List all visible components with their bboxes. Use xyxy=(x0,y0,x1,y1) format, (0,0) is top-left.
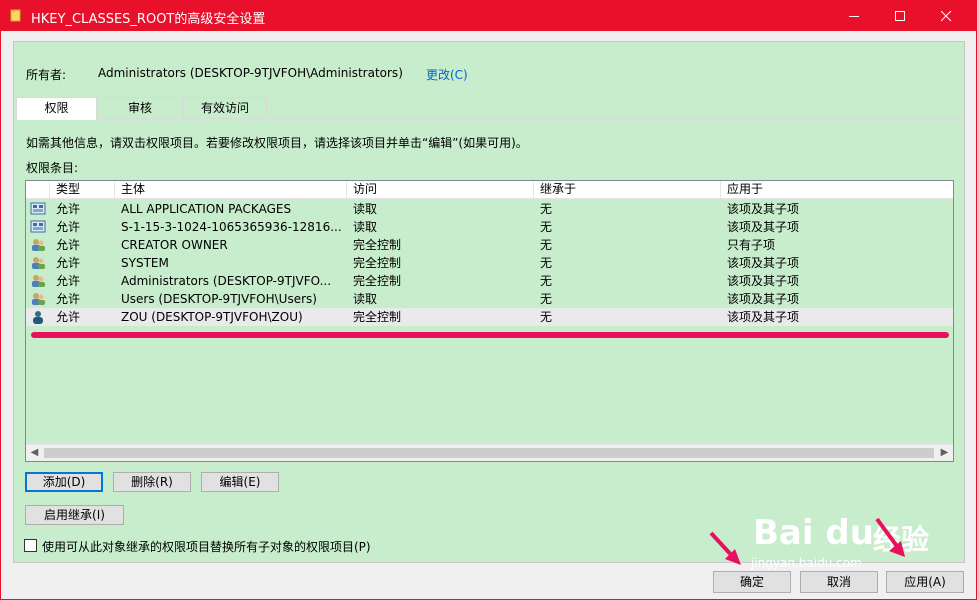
apply-button[interactable]: 应用(A) xyxy=(886,571,964,593)
scroll-right-arrow-icon[interactable]: ▶ xyxy=(936,445,953,461)
row-access: 完全控制 xyxy=(353,310,402,324)
enable-inheritance-button[interactable]: 启用继承(I) xyxy=(25,505,124,525)
row-principal: CREATOR OWNER xyxy=(121,238,228,252)
row-principal: Users (DESKTOP-9TJVFOH\Users) xyxy=(121,292,317,306)
annotation-underline xyxy=(31,332,949,338)
row-inherited-from: 无 xyxy=(540,238,553,252)
cancel-button[interactable]: 取消 xyxy=(800,571,878,593)
row-principal: S-1-15-3-1024-1065365936-12816... xyxy=(121,220,342,234)
row-applies-to: 该项及其子项 xyxy=(727,310,800,324)
row-inherited-from: 无 xyxy=(540,274,553,288)
close-icon xyxy=(940,10,951,22)
row-inherited-from: 无 xyxy=(540,310,553,324)
row-access: 完全控制 xyxy=(353,238,402,252)
table-row[interactable]: 允许 Administrators (DESKTOP-9TJVFO... 完全控… xyxy=(26,272,953,290)
table-row[interactable]: 允许 SYSTEM 完全控制 无 该项及其子项 xyxy=(26,254,953,272)
annotation-arrow-ok-icon xyxy=(709,531,741,565)
annotation-arrow-apply-icon xyxy=(875,517,905,557)
permission-entries-label: 权限条目: xyxy=(26,161,79,175)
column-header-principal[interactable]: 主体 xyxy=(115,181,347,199)
owner-label: 所有者: xyxy=(26,68,67,82)
row-principal: Administrators (DESKTOP-9TJVFO... xyxy=(121,274,332,288)
column-header-inherited-from[interactable]: 继承于 xyxy=(534,181,721,199)
user-group-icon xyxy=(32,239,45,251)
row-applies-to: 该项及其子项 xyxy=(727,202,800,216)
scrollbar-thumb[interactable] xyxy=(44,448,934,458)
table-row[interactable]: 允许 S-1-15-3-1024-1065365936-12816... 读取 … xyxy=(26,218,953,236)
owner-value: Administrators (DESKTOP-9TJVFOH\Administ… xyxy=(98,66,403,80)
window-title: HKEY_CLASSES_ROOT的高级安全设置 xyxy=(31,12,266,27)
row-access: 读取 xyxy=(353,202,378,216)
user-group-icon xyxy=(32,257,45,269)
row-inherited-from: 无 xyxy=(540,256,553,270)
row-access: 完全控制 xyxy=(353,256,402,270)
table-row[interactable]: 允许 CREATOR OWNER 完全控制 无 只有子项 xyxy=(26,236,953,254)
scroll-left-arrow-icon[interactable]: ◀ xyxy=(26,445,43,461)
row-type: 允许 xyxy=(56,256,81,270)
replace-permissions-checkbox[interactable] xyxy=(24,539,37,552)
row-applies-to: 该项及其子项 xyxy=(727,292,800,306)
app-package-icon xyxy=(30,202,46,215)
watermark-logo: Bai du xyxy=(753,513,874,553)
ok-button[interactable]: 确定 xyxy=(713,571,791,593)
column-header-applies-to[interactable]: 应用于 xyxy=(721,181,953,199)
minimize-icon xyxy=(848,16,859,17)
maximize-button[interactable] xyxy=(877,1,923,31)
row-applies-to: 该项及其子项 xyxy=(727,256,800,270)
permission-entries-list[interactable]: 类型 主体 访问 继承于 应用于 允许 ALL APPLICATION PACK… xyxy=(25,180,954,462)
row-applies-to: 该项及其子项 xyxy=(727,274,800,288)
row-access: 读取 xyxy=(353,292,378,306)
table-row[interactable]: 允许 Users (DESKTOP-9TJVFOH\Users) 读取 无 该项… xyxy=(26,290,953,308)
replace-permissions-label: 使用可从此对象继承的权限项目替换所有子对象的权限项目(P) xyxy=(42,540,371,554)
user-icon xyxy=(33,311,43,324)
column-header-type[interactable]: 类型 xyxy=(50,181,115,199)
main-panel: 所有者: Administrators (DESKTOP-9TJVFOH\Adm… xyxy=(13,41,965,563)
user-group-icon xyxy=(32,293,45,305)
remove-button[interactable]: 删除(R) xyxy=(113,472,191,492)
title-bar[interactable]: HKEY_CLASSES_ROOT的高级安全设置 xyxy=(1,1,976,31)
row-type: 允许 xyxy=(56,274,81,288)
table-row-selected[interactable]: 允许 ZOU (DESKTOP-9TJVFOH\ZOU) 完全控制 无 该项及其… xyxy=(26,308,953,326)
row-type: 允许 xyxy=(56,220,81,234)
column-header-access[interactable]: 访问 xyxy=(347,181,534,199)
minimize-button[interactable] xyxy=(831,1,877,31)
app-package-icon xyxy=(30,220,46,233)
info-text: 如需其他信息，请双击权限项目。若要修改权限项目，请选择该项目并单击“编辑”(如果… xyxy=(26,136,528,150)
horizontal-scrollbar[interactable]: ◀ ▶ xyxy=(26,444,953,461)
watermark-url: jingyan.baidu.com xyxy=(751,556,862,570)
row-type: 允许 xyxy=(56,310,81,324)
row-access: 读取 xyxy=(353,220,378,234)
tab-auditing[interactable]: 审核 xyxy=(97,97,183,119)
row-access: 完全控制 xyxy=(353,274,402,288)
table-row[interactable]: 允许 ALL APPLICATION PACKAGES 读取 无 该项及其子项 xyxy=(26,200,953,218)
tab-effective-access[interactable]: 有效访问 xyxy=(183,97,267,119)
tab-permissions[interactable]: 权限 xyxy=(16,97,97,120)
column-header-icon[interactable] xyxy=(26,181,50,199)
security-settings-window: HKEY_CLASSES_ROOT的高级安全设置 所有者: Administra… xyxy=(0,0,977,600)
user-group-icon xyxy=(32,275,45,287)
tab-divider xyxy=(16,118,964,119)
add-button[interactable]: 添加(D) xyxy=(25,472,103,492)
close-button[interactable] xyxy=(923,1,969,31)
change-owner-link[interactable]: 更改(C) xyxy=(426,66,468,83)
row-applies-to: 只有子项 xyxy=(727,238,776,252)
row-principal: ALL APPLICATION PACKAGES xyxy=(121,202,292,216)
row-type: 允许 xyxy=(56,202,81,216)
list-header: 类型 主体 访问 继承于 应用于 xyxy=(26,181,953,199)
row-type: 允许 xyxy=(56,238,81,252)
row-type: 允许 xyxy=(56,292,81,306)
maximize-icon xyxy=(894,11,905,21)
row-applies-to: 该项及其子项 xyxy=(727,220,800,234)
row-inherited-from: 无 xyxy=(540,220,553,234)
row-inherited-from: 无 xyxy=(540,202,553,216)
folder-icon xyxy=(10,9,21,22)
row-principal: ZOU (DESKTOP-9TJVFOH\ZOU) xyxy=(121,310,303,324)
row-inherited-from: 无 xyxy=(540,292,553,306)
edit-button[interactable]: 编辑(E) xyxy=(201,472,279,492)
row-principal: SYSTEM xyxy=(121,256,169,270)
